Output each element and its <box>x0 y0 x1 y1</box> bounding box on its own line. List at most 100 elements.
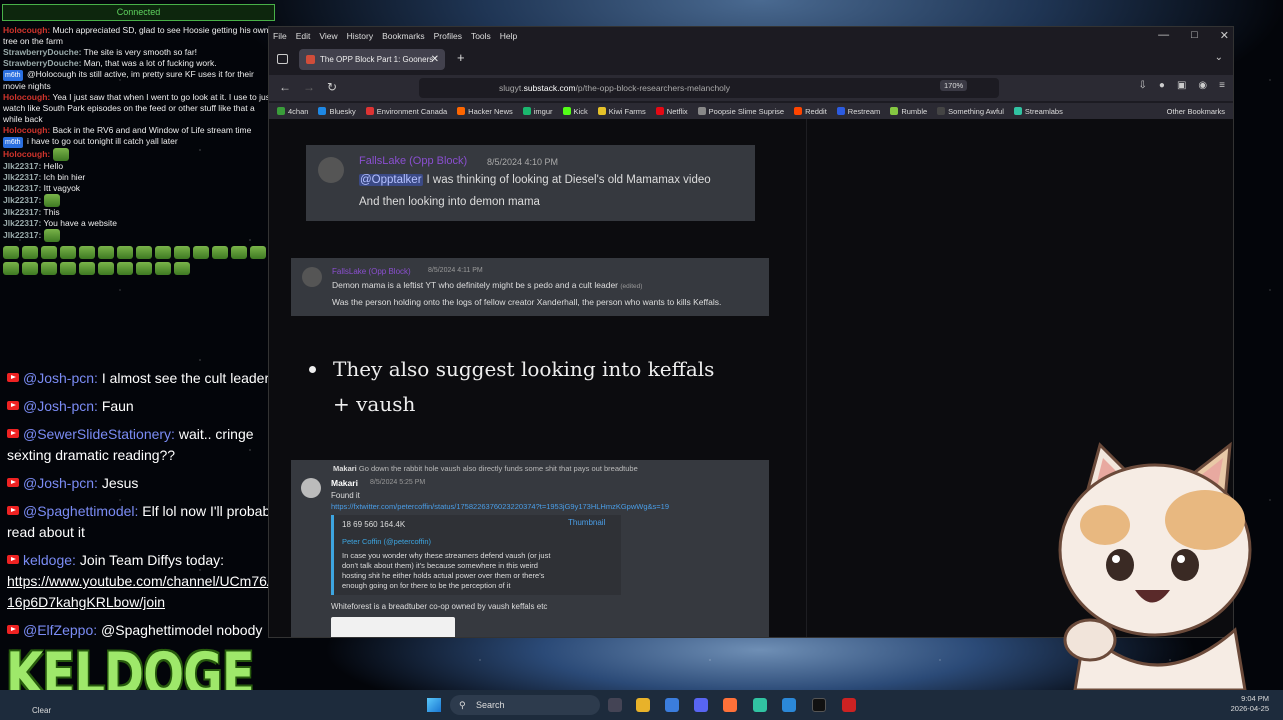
menu-item[interactable]: Edit <box>296 31 311 41</box>
twitch-message: Jlk22317: <box>3 194 273 207</box>
chat-overlay: Connected Holocough: Much appreciated SD… <box>0 0 291 700</box>
vtuber-cat-avatar <box>1058 441 1252 690</box>
tab-close-icon[interactable]: ✕ <box>431 49 439 70</box>
tab-strip: The OPP Block Part 1: Gooners ✕ + ⌄ <box>269 49 1233 71</box>
bookmark-item[interactable]: Hacker News <box>457 107 513 116</box>
chat-username: Jlk22317: <box>3 229 42 240</box>
firefox-icon[interactable] <box>723 698 737 712</box>
other-bookmarks[interactable]: Other Bookmarks <box>1167 107 1225 116</box>
zoom-level[interactable]: 170% <box>940 80 968 91</box>
taskbar: Clear ⚲ Search 9:04 PM 2026-04-25 <box>0 690 1283 720</box>
tweet-author[interactable]: Peter Coffin (@petercoffin) <box>342 537 431 546</box>
youtube-icon <box>7 478 19 487</box>
minimize-icon[interactable]: — <box>1158 29 1169 42</box>
chat-username: Jlk22317: <box>3 161 42 171</box>
bookmarks-bar: 4chan Bluesky Environment Canada Hacker New… <box>269 103 1233 119</box>
search-box[interactable]: ⚲ Search <box>450 695 600 715</box>
start-icon[interactable] <box>427 698 441 712</box>
emote-icon <box>3 246 19 259</box>
close-icon[interactable]: ✕ <box>1220 29 1229 42</box>
bookmark-item[interactable]: Rumble <box>890 107 927 116</box>
youtube-icon <box>7 373 19 382</box>
bookmark-label: Restream <box>847 106 881 116</box>
menu-item[interactable]: Bookmarks <box>382 31 425 41</box>
bookmark-item[interactable]: Bluesky <box>318 107 356 116</box>
menu-icon[interactable]: ≡ <box>1219 80 1225 91</box>
system-clock[interactable]: 9:04 PM 2026-04-25 <box>1231 694 1269 714</box>
bookmark-favicon-icon <box>562 107 571 115</box>
back-icon[interactable]: ← <box>279 80 291 94</box>
bookmark-item[interactable]: Restream <box>836 106 881 116</box>
message-time: 8/5/2024 4:11 PM <box>428 267 483 274</box>
menu-item[interactable]: Profiles <box>434 31 462 41</box>
bookmark-item[interactable]: Kiwi Farms <box>597 107 646 116</box>
maximize-icon[interactable]: □ <box>1191 29 1198 42</box>
bookmark-label: Something Awful <box>948 106 1004 116</box>
tweet-embed: 18 69 560 164.4K Peter Coffin (@petercof… <box>331 515 621 595</box>
bookmark-item[interactable]: Reddit <box>794 107 827 116</box>
emote-icon <box>155 262 171 275</box>
bookmark-item[interactable]: Streamlabs <box>1013 106 1063 116</box>
chat-text: I almost see the cult leader <box>101 370 270 386</box>
extension-icon[interactable]: ● <box>1159 80 1165 91</box>
tab-active[interactable]: The OPP Block Part 1: Gooners ✕ <box>299 49 445 70</box>
url-bar[interactable]: slugyt.substack.com/p/the-opp-block-rese… <box>419 78 999 98</box>
youtube-message: @ElfZeppo: @Spaghettimodel nobody <box>7 620 297 641</box>
bookmark-label: Environment Canada <box>376 106 448 116</box>
file-explorer-icon[interactable] <box>636 698 650 712</box>
youtube-message: @Josh-pcn: I almost see the cult leader <box>7 368 297 389</box>
streamlabs-icon[interactable] <box>753 698 767 712</box>
bookmark-item[interactable]: Netflix <box>655 107 688 116</box>
forward-icon[interactable]: → <box>303 80 315 94</box>
thumbnail-placeholder: Thumbnail <box>568 518 606 527</box>
emote-icon <box>41 262 57 275</box>
download-icon[interactable]: ⇩ <box>1139 80 1147 91</box>
task-view-icon[interactable] <box>608 698 622 712</box>
bookmark-label: Streamlabs <box>1024 106 1063 116</box>
menu-item[interactable]: Help <box>500 31 517 41</box>
chat-username: @Josh-pcn: <box>23 475 98 491</box>
account-icon[interactable]: ◉ <box>1198 80 1207 91</box>
bookmark-label: Hacker News <box>468 106 513 116</box>
tab-list-chevron-icon[interactable]: ⌄ <box>1215 52 1223 63</box>
bookmark-item[interactable]: imgur <box>522 107 553 116</box>
bookmark-label: Rumble <box>901 106 928 116</box>
youtube-icon[interactable] <box>842 698 856 712</box>
bookmark-item[interactable]: Something Awful <box>937 107 1004 116</box>
tweet-link[interactable]: https://fxtwitter.com/petercoffin/status… <box>331 502 669 511</box>
bookmark-favicon-icon <box>794 107 803 115</box>
chat-username: Holocough: <box>3 148 51 159</box>
discord-icon[interactable] <box>694 698 708 712</box>
restream-icon[interactable] <box>812 698 826 712</box>
copilot-icon[interactable] <box>665 698 679 712</box>
tweet-text: In case you wonder why these streamers d… <box>342 551 551 590</box>
tab-overview-icon[interactable] <box>277 54 288 64</box>
bookmark-item[interactable]: Poopsie Slime Suprise <box>697 107 784 116</box>
bookmark-item[interactable]: Kick <box>562 107 588 116</box>
chat-text: Ich bin hier <box>43 172 86 182</box>
chat-link[interactable]: https://www.youtube.com/channel/UCm76Ac7… <box>7 573 291 610</box>
reload-icon[interactable]: ↻ <box>327 80 337 94</box>
app-icon[interactable] <box>782 698 796 712</box>
message-line: Was the person holding onto the logs of … <box>332 297 722 307</box>
twitch-message: Holocough: Yea I just saw that when I we… <box>3 92 273 125</box>
bookmark-favicon-icon <box>318 107 327 115</box>
new-tab-icon[interactable]: + <box>457 50 465 65</box>
menu-item[interactable]: Tools <box>471 31 491 41</box>
bookmark-favicon-icon <box>937 107 946 115</box>
bookmark-item[interactable]: 4chan <box>277 107 308 116</box>
twitch-message: StrawberryDouche: Man, that was a lot of… <box>3 58 273 69</box>
menu-item[interactable]: View <box>319 31 337 41</box>
chat-username: keldoge: <box>23 552 76 568</box>
navigation-bar: ← → ↻ slugyt.substack.com/p/the-opp-bloc… <box>269 75 1233 101</box>
menu-item[interactable]: History <box>347 31 373 41</box>
bookmark-favicon-icon <box>457 107 466 115</box>
chat-text: @Holocough its still active, im pretty s… <box>3 69 254 91</box>
bookmark-item[interactable]: Environment Canada <box>365 106 448 116</box>
twitch-message: Jlk22317: You have a website <box>3 218 273 229</box>
puzzle-icon[interactable]: ▣ <box>1177 80 1186 91</box>
edited-label: (edited) <box>620 283 643 290</box>
chat-username: Jlk22317: <box>3 183 42 193</box>
menu-item[interactable]: File <box>273 31 287 41</box>
clock-time: 9:04 PM <box>1241 694 1269 703</box>
